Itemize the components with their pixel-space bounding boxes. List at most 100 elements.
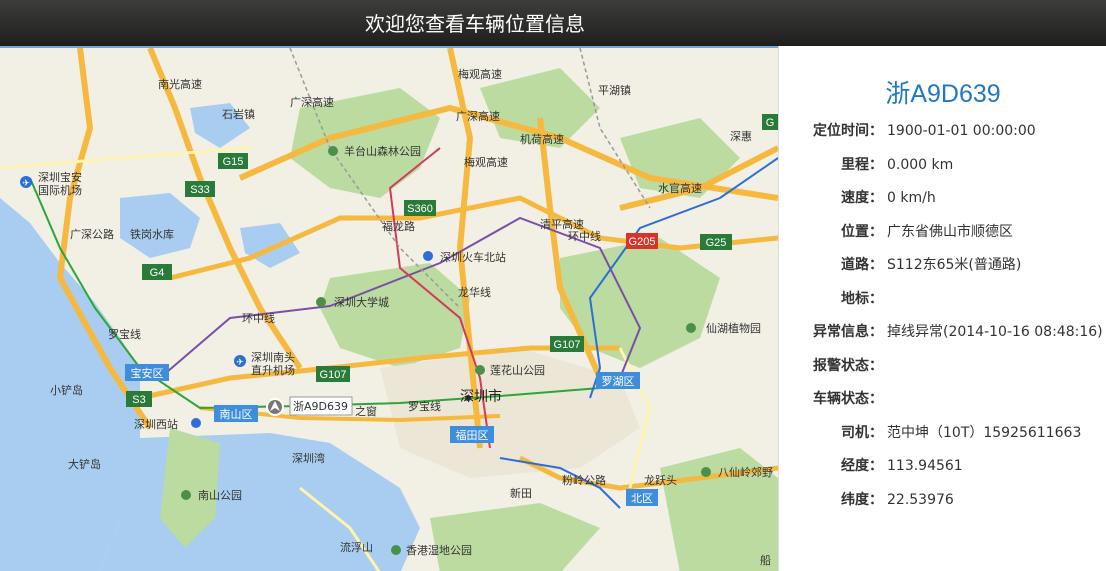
- train-station-icon: [423, 251, 433, 261]
- place-label: 平湖镇: [598, 83, 631, 97]
- info-row-alarm-status: 报警状态：: [779, 355, 1106, 377]
- place-label: 直升机场: [251, 363, 295, 377]
- place-label: 之窗: [355, 404, 377, 418]
- info-value: 0 km/h: [887, 190, 936, 206]
- svg-text:福田区: 福田区: [456, 428, 489, 442]
- info-label: 纬度：: [841, 491, 883, 508]
- road-label: 梅观高速: [464, 155, 508, 169]
- park-icon: [475, 365, 485, 375]
- svg-text:北区: 北区: [631, 492, 653, 505]
- svg-text:G: G: [766, 117, 775, 129]
- svg-text:S33: S33: [190, 184, 210, 196]
- svg-text:S3: S3: [132, 394, 145, 406]
- park-icon: [328, 146, 338, 156]
- highway-shield: S3: [126, 391, 152, 407]
- info-label: 车辆状态：: [813, 391, 883, 407]
- info-label: 里程：: [841, 156, 883, 173]
- road-label: 水官高速: [658, 181, 702, 195]
- place-label: 小铲岛: [50, 383, 83, 397]
- place-label: 流浮山: [340, 540, 373, 554]
- highway-shield: G: [762, 114, 778, 130]
- info-row-landmark: 地标：: [779, 288, 1106, 310]
- highway-shield: G25: [700, 234, 732, 250]
- info-row-exception: 异常信息： 掉线异常(2014-10-16 08:48:16): [779, 321, 1106, 343]
- highway-shield: G15: [218, 153, 248, 169]
- place-label: 深圳南头: [251, 351, 295, 364]
- info-value: 0.000 km: [887, 156, 954, 173]
- info-label: 异常信息：: [813, 324, 883, 340]
- svg-text:G205: G205: [629, 236, 656, 248]
- info-value: 广东省佛山市顺德区: [887, 223, 1013, 240]
- road-label: 梅观高速: [458, 67, 502, 81]
- svg-text:南山区: 南山区: [220, 408, 253, 421]
- district-badge[interactable]: 福田区: [450, 426, 494, 443]
- place-label: 深圳大学城: [334, 295, 389, 309]
- place-label: 大铲岛: [68, 457, 101, 471]
- plate-number: 浙A9D639: [885, 80, 1001, 108]
- airport-icon: ✈: [20, 176, 32, 189]
- road-label: 广深公路: [70, 228, 114, 241]
- district-badge[interactable]: 南山区: [214, 405, 258, 422]
- info-row-locate-time: 定位时间： 1900-01-01 00:00:00: [779, 120, 1106, 142]
- info-value: 113.94561: [887, 458, 963, 474]
- highway-shield: G4: [142, 264, 172, 280]
- park-icon: [316, 297, 326, 307]
- road-label: 深惠: [730, 129, 752, 143]
- place-label: 新田: [510, 486, 532, 500]
- place-label: 船: [760, 553, 771, 567]
- svg-text:S360: S360: [407, 203, 433, 215]
- svg-text:G25: G25: [706, 237, 727, 249]
- info-label: 位置：: [841, 223, 883, 240]
- park-icon: [181, 490, 191, 500]
- info-row-driver: 司机： 范中坤（10T）15925611663: [779, 422, 1106, 444]
- road-label: 罗宝线: [108, 327, 141, 341]
- road-label: 南光高速: [158, 77, 202, 91]
- road-label: 福龙路: [382, 219, 415, 233]
- place-label: 深圳宝安: [38, 170, 82, 184]
- svg-text:G4: G4: [150, 267, 165, 279]
- place-label: 国际机场: [38, 183, 82, 197]
- place-label: 南山公园: [198, 489, 242, 502]
- svg-text:✈: ✈: [236, 358, 244, 368]
- green-area: [320, 263, 470, 368]
- highway-shield: S360: [404, 200, 436, 216]
- page-title: 欢迎您查看车辆位置信息: [365, 12, 585, 36]
- place-label: 香港湿地公园: [406, 544, 472, 557]
- svg-text:宝安区: 宝安区: [131, 366, 164, 380]
- city-label: 深圳市: [460, 388, 502, 405]
- district-badge[interactable]: 北区: [626, 489, 658, 506]
- map-canvas[interactable]: G15 S33 G4 S360 G107 G107 S3 G205 G25 G …: [0, 48, 778, 571]
- vehicle-info-panel: 浙A9D639 定位时间： 1900-01-01 00:00:00 里程： 0.000…: [778, 46, 1106, 571]
- info-label: 报警状态：: [813, 357, 883, 374]
- reservoir: [120, 193, 200, 258]
- district-badge[interactable]: 罗湖区: [596, 372, 640, 389]
- place-label: 莲花山公园: [490, 364, 545, 377]
- road-label: 罗宝线: [408, 399, 441, 413]
- vehicle-marker[interactable]: 浙A9D639: [266, 396, 353, 416]
- highway-shield: G205: [626, 233, 658, 249]
- info-value: 范中坤（10T）15925611663: [887, 424, 1082, 441]
- info-label: 道路：: [841, 257, 883, 273]
- info-row-longitude: 经度： 113.94561: [779, 455, 1106, 477]
- road-label: 环中线: [242, 311, 275, 325]
- place-label: 石岩镇: [222, 107, 255, 121]
- info-label: 经度：: [841, 458, 883, 474]
- airport-icon: ✈: [234, 355, 246, 368]
- info-value: 掉线异常(2014-10-16 08:48:16): [887, 324, 1103, 340]
- info-row-latitude: 纬度： 22.53976: [779, 489, 1106, 511]
- svg-text:G15: G15: [223, 156, 244, 168]
- info-label: 地标：: [841, 290, 883, 307]
- district-badge[interactable]: 宝安区: [125, 364, 169, 381]
- place-label: 深圳西站: [134, 417, 178, 431]
- svg-text:✈: ✈: [22, 179, 30, 189]
- svg-text:罗湖区: 罗湖区: [602, 375, 635, 388]
- place-label: 深圳湾: [292, 451, 325, 465]
- highway-shield: G107: [316, 366, 350, 382]
- place-label: 八仙岭郊野: [718, 465, 773, 479]
- info-label: 司机：: [841, 424, 883, 441]
- green-area: [430, 503, 600, 571]
- info-row-speed: 速度： 0 km/h: [779, 187, 1106, 209]
- vehicle-marker-label: 浙A9D639: [293, 400, 348, 413]
- road-label: 粉岭公路: [562, 473, 606, 487]
- map-view[interactable]: G15 S33 G4 S360 G107 G107 S3 G205 G25 G …: [0, 46, 778, 571]
